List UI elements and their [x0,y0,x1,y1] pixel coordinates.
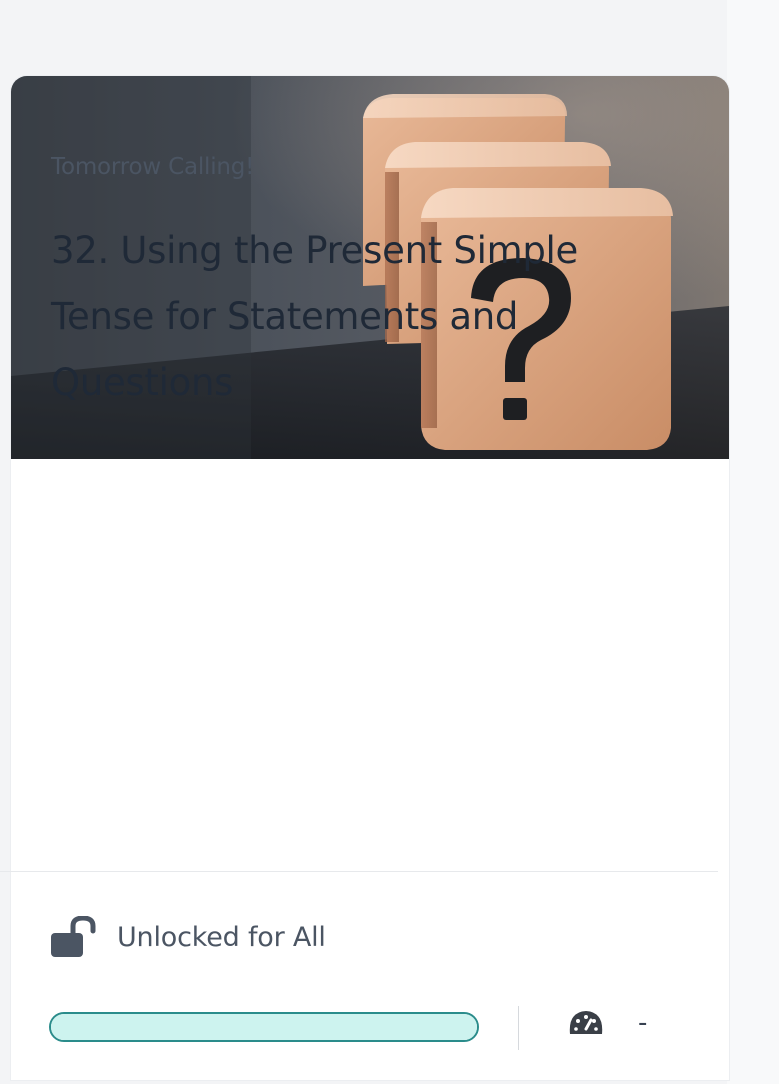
course-category: Tomorrow Calling! [51,154,255,180]
score-value: - [638,1008,648,1038]
page-edge-panel [727,0,779,1084]
card-divider [0,871,718,872]
speedometer-icon [569,1011,603,1034]
progress-fill [51,1014,477,1040]
access-label: Unlocked for All [117,921,326,953]
card-body [11,459,729,947]
progress-bar [49,1012,479,1042]
access-status: Unlocked for All [49,916,326,957]
page: Tomorrow Calling! 32. Using the Present … [0,0,779,1084]
unlocked-padlock-icon [51,916,96,957]
lesson-title[interactable]: 32. Using the Present Simple Tense for S… [51,218,691,416]
footer-separator [518,1006,519,1050]
